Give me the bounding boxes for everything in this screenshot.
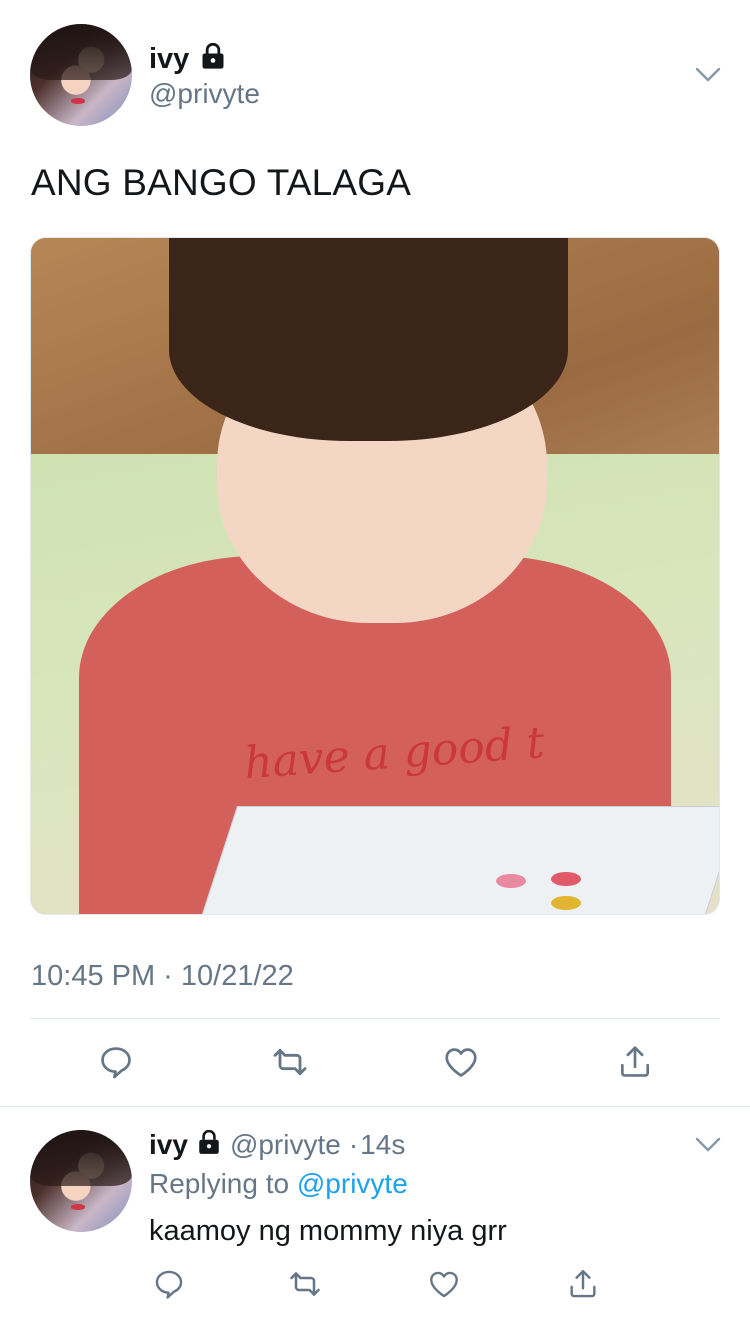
chevron-down-icon[interactable] — [690, 1130, 726, 1160]
reply-author-name: ivy — [149, 1129, 188, 1160]
lock-icon — [196, 1129, 222, 1161]
avatar-lip — [70, 98, 86, 104]
photo-hair — [168, 238, 568, 441]
author-name-row[interactable]: ivy — [149, 40, 227, 78]
lock-icon — [199, 42, 227, 76]
reply-author-handle: @privyte — [229, 1129, 341, 1160]
photo-dot-yellow — [551, 896, 581, 910]
author-avatar[interactable] — [30, 24, 132, 126]
reply-separator: · — [348, 1129, 359, 1160]
chevron-down-icon[interactable] — [690, 60, 726, 90]
photo-dot-red — [551, 872, 581, 886]
tweet-timestamp[interactable]: 10:45 PM · 10/21/22 — [31, 960, 294, 993]
reply-age: 14s — [360, 1129, 406, 1160]
reply-header[interactable]: ivy @privyte · 14s — [149, 1126, 405, 1164]
share-icon[interactable] — [563, 1264, 603, 1304]
reply-avatar[interactable] — [30, 1130, 132, 1232]
author-name: ivy — [149, 42, 190, 75]
avatar-hair — [30, 24, 132, 81]
share-icon[interactable] — [613, 1040, 657, 1084]
replying-to-line: Replying to @privyte — [149, 1168, 408, 1200]
author-handle[interactable]: @privyte — [149, 78, 260, 110]
replying-handle-link[interactable]: @privyte — [297, 1168, 408, 1199]
photo-book — [196, 805, 719, 914]
divider — [30, 1018, 720, 1019]
photo-dot-pink — [496, 874, 526, 888]
tweet-photo[interactable]: have a good t — [30, 237, 720, 915]
avatar-hair — [30, 1130, 132, 1187]
retweet-icon[interactable] — [285, 1264, 325, 1304]
reply-text: kaamoy ng mommy niya grr — [149, 1215, 507, 1247]
avatar-lip — [70, 1204, 86, 1210]
reply-icon[interactable] — [149, 1264, 189, 1304]
heart-icon[interactable] — [424, 1264, 464, 1304]
tweet-text: ANG BANGO TALAGA — [31, 162, 412, 203]
replying-prefix: Replying to — [149, 1168, 290, 1199]
section-divider — [0, 1106, 750, 1107]
heart-icon[interactable] — [439, 1040, 483, 1084]
reply-icon[interactable] — [94, 1040, 138, 1084]
retweet-icon[interactable] — [268, 1040, 312, 1084]
